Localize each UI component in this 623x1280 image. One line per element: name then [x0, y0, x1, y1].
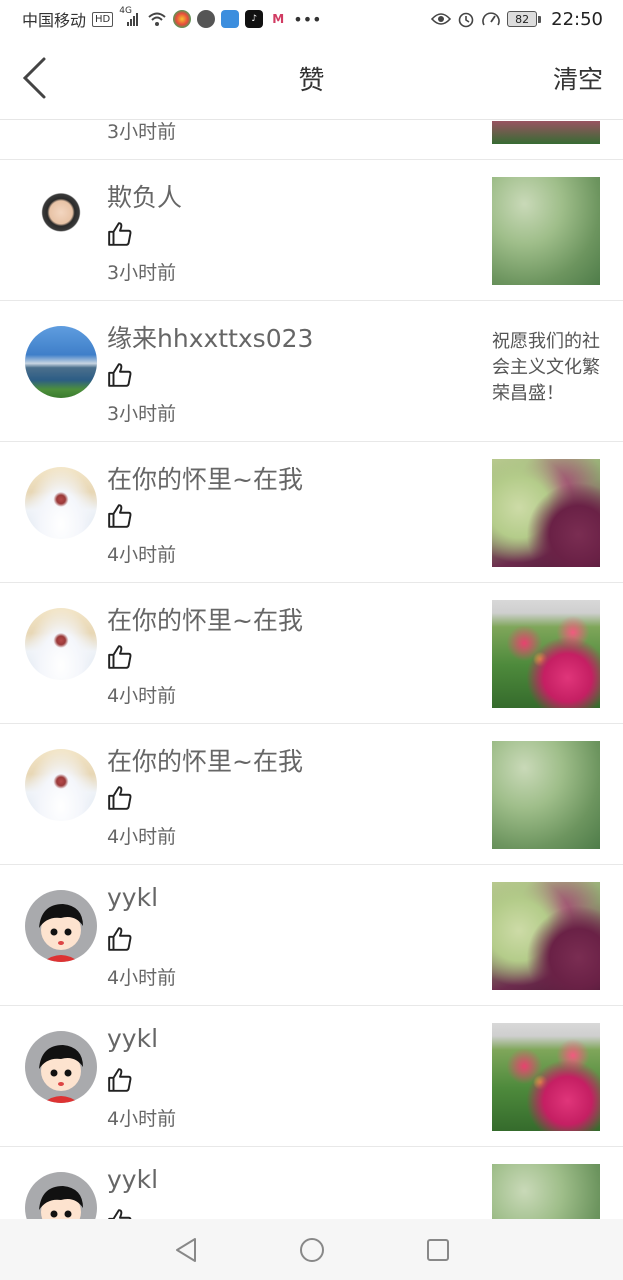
back-button[interactable]	[14, 54, 54, 102]
list-item[interactable]: 缘来hhxxttxs023 3小时前 祝愿我们的社会主义文化繁荣昌盛！	[0, 301, 623, 442]
list-item[interactable]: yykl	[0, 1147, 623, 1219]
signal-icon: 4G	[119, 6, 141, 28]
time-ago: 4小时前	[107, 685, 177, 707]
page-title: 赞	[298, 66, 325, 96]
post-thumbnail[interactable]	[492, 1164, 600, 1219]
status-bar: 中国移动 HD 4G ♪ M ••• 82 22:50	[0, 0, 623, 38]
thumbs-up-icon	[108, 927, 132, 951]
list-item[interactable]: 在你的怀里~在我 4小时前	[0, 442, 623, 583]
post-thumbnail[interactable]	[492, 121, 600, 144]
username[interactable]: yykl	[107, 1024, 158, 1053]
tiktok-icon: ♪	[245, 10, 264, 28]
post-thumbnail[interactable]	[492, 459, 600, 567]
cartoon-face-icon	[39, 904, 83, 962]
post-thumbnail[interactable]	[492, 177, 600, 285]
thumbs-up-icon	[108, 1068, 132, 1092]
list-item[interactable]: 在你的怀里~在我 4小时前	[0, 724, 623, 865]
nav-home-button[interactable]	[292, 1230, 332, 1270]
avatar[interactable]	[25, 890, 97, 962]
thumbs-up-icon	[108, 363, 132, 387]
time-ago: 3小时前	[107, 121, 177, 143]
thumbs-up-icon	[108, 645, 132, 669]
carrier-label: 中国移动	[22, 11, 87, 30]
username[interactable]: 在你的怀里~在我	[107, 742, 303, 778]
battery-icon: 82	[507, 11, 542, 27]
username[interactable]: 欺负人	[107, 178, 182, 214]
circle-home-icon	[299, 1237, 324, 1262]
post-thumbnail[interactable]	[492, 600, 600, 708]
post-thumbnail[interactable]	[492, 882, 600, 990]
username[interactable]: yykl	[107, 1165, 158, 1194]
thumbs-up-icon	[108, 786, 132, 810]
time-ago: 4小时前	[107, 544, 177, 566]
list-item[interactable]: 欺负人 3小时前	[0, 160, 623, 301]
square-recents-icon	[426, 1238, 449, 1261]
mail-icon: M	[269, 10, 288, 28]
thumbs-up-icon	[108, 504, 132, 528]
nav-recents-button[interactable]	[418, 1230, 458, 1270]
post-thumbnail[interactable]	[492, 741, 600, 849]
time-ago: 4小时前	[107, 826, 177, 848]
avatar[interactable]	[25, 1172, 97, 1219]
app-notification-icon	[173, 10, 192, 28]
alarm-icon	[457, 10, 475, 28]
avatar[interactable]	[25, 326, 97, 398]
speed-icon	[481, 10, 501, 28]
username[interactable]: 在你的怀里~在我	[107, 460, 303, 496]
likes-list[interactable]: 3小时前 欺负人 3小时前 缘来hhxxttxs023 3小时前 祝愿我们的社会…	[0, 121, 623, 1219]
username[interactable]: 缘来hhxxttxs023	[107, 319, 313, 355]
eye-icon	[431, 10, 452, 28]
avatar[interactable]	[25, 185, 97, 257]
hd-icon: HD	[92, 11, 114, 27]
list-item[interactable]: 3小时前	[0, 121, 623, 160]
username[interactable]: yykl	[107, 883, 158, 912]
time-ago: 3小时前	[107, 262, 177, 284]
clock-time: 22:50	[551, 8, 603, 30]
list-item[interactable]: yykl 4小时前	[0, 1006, 623, 1147]
list-item[interactable]: yykl 4小时前	[0, 865, 623, 1006]
chevron-left-icon	[22, 57, 46, 99]
avatar[interactable]	[25, 608, 97, 680]
more-notifications-icon: •••	[293, 9, 322, 29]
message-icon	[197, 10, 216, 28]
avatar[interactable]	[25, 1031, 97, 1103]
app-header: 赞 清空	[0, 38, 623, 120]
clear-button[interactable]: 清空	[553, 60, 603, 96]
news-app-icon	[221, 10, 240, 28]
cartoon-face-icon	[39, 1186, 83, 1219]
avatar[interactable]	[25, 467, 97, 539]
username[interactable]: 在你的怀里~在我	[107, 601, 303, 637]
thumbs-up-icon	[108, 222, 132, 246]
time-ago: 4小时前	[107, 1108, 177, 1130]
time-ago: 4小时前	[107, 967, 177, 989]
cartoon-face-icon	[39, 1045, 83, 1103]
nav-back-button[interactable]	[166, 1230, 206, 1270]
triangle-back-icon	[175, 1237, 196, 1262]
avatar[interactable]	[25, 749, 97, 821]
thumbs-up-icon	[108, 1209, 132, 1219]
system-nav-bar	[0, 1219, 623, 1280]
time-ago: 3小时前	[107, 403, 177, 425]
post-text-snippet[interactable]: 祝愿我们的社会主义文化繁荣昌盛！	[492, 329, 602, 407]
list-item[interactable]: 在你的怀里~在我 4小时前	[0, 583, 623, 724]
post-thumbnail[interactable]	[492, 1023, 600, 1131]
wifi-icon	[147, 10, 167, 28]
